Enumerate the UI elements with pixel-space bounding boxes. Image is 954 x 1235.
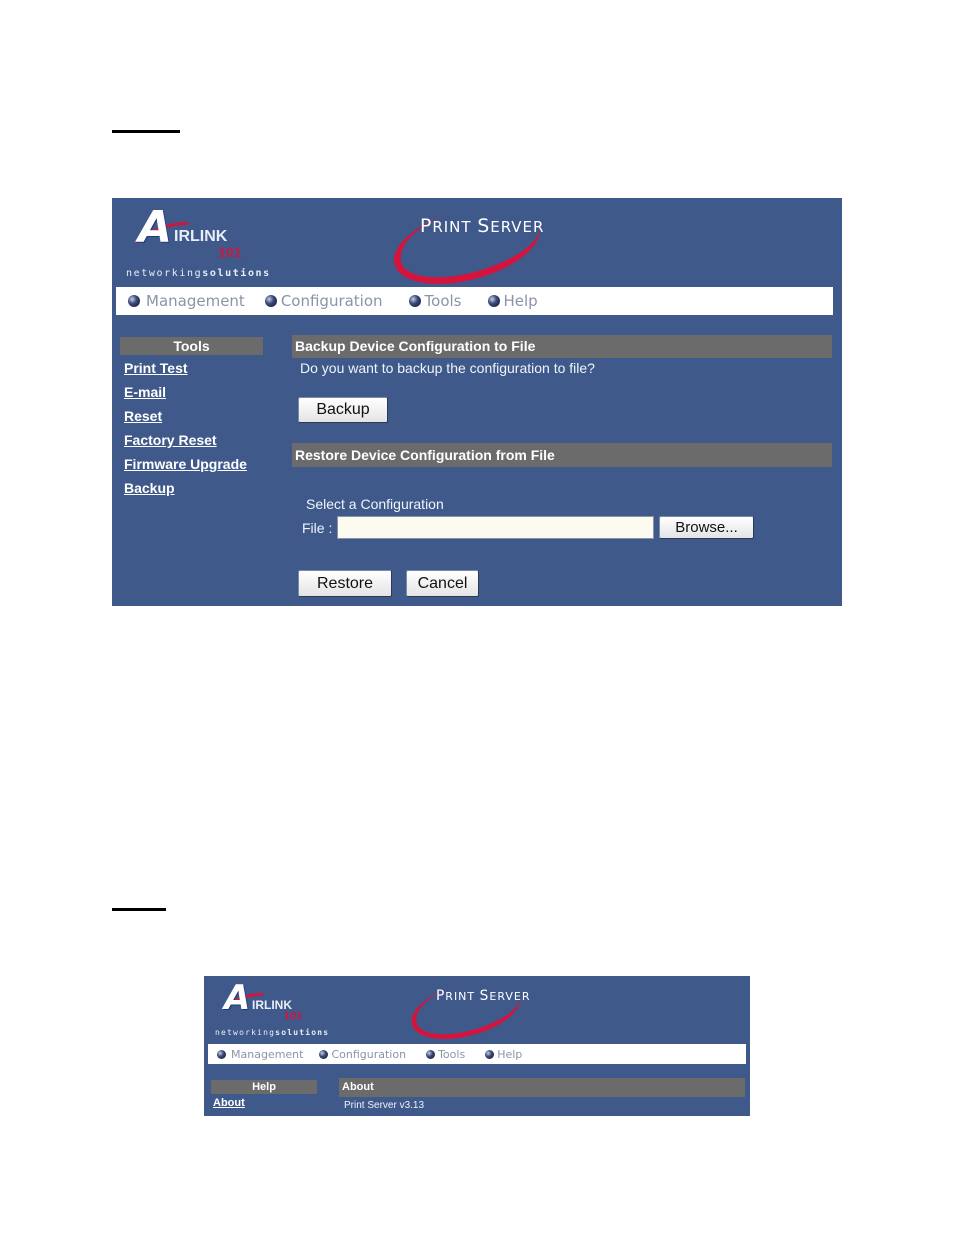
file-path-input[interactable] [337, 516, 654, 539]
logo-tagline: networkingsolutions [215, 1028, 330, 1037]
browse-button[interactable]: Browse... [659, 516, 754, 539]
logo-number: 101 [218, 244, 242, 260]
main-nav: Management Configuration Tools Help [116, 287, 833, 315]
cancel-button[interactable]: Cancel [406, 570, 479, 597]
sidebar-link-print-test[interactable]: Print Test [124, 360, 188, 376]
sidebar-link-about[interactable]: About [213, 1097, 245, 1109]
logo-tagline: networkingsolutions [126, 268, 271, 279]
nav-management[interactable]: Management [217, 1048, 303, 1061]
nav-bullet-icon [408, 295, 421, 307]
backup-prompt: Do you want to backup the configuration … [300, 360, 595, 376]
nav-help[interactable]: Help [487, 292, 538, 310]
logo-letter-a: A [138, 202, 173, 253]
nav-bullet-icon [487, 295, 500, 307]
restore-button[interactable]: Restore [298, 570, 392, 597]
logo-letter-a: A [224, 978, 251, 1018]
about-page-screenshot: A IRLINK 101 networkingsolutions PRINT S… [204, 976, 750, 1116]
file-label: File : [302, 520, 333, 536]
sidebar-link-reset[interactable]: Reset [124, 408, 162, 424]
nav-bullet-icon [426, 1049, 436, 1059]
nav-bullet-icon [128, 295, 140, 307]
sidebar-link-factory-reset[interactable]: Factory Reset [124, 432, 217, 448]
sidebar-link-backup[interactable]: Backup [124, 480, 175, 496]
sidebar-link-email[interactable]: E-mail [124, 384, 166, 400]
sidebar-link-firmware-upgrade[interactable]: Firmware Upgrade [124, 456, 247, 472]
logo-number: 101 [284, 1010, 303, 1022]
backup-page-screenshot: A IRLINK 101 networkingsolutions PRINT S… [112, 198, 842, 606]
restore-section-heading: Restore Device Configuration from File [292, 443, 832, 467]
nav-bullet-icon [319, 1049, 329, 1059]
product-title: PRINT SERVER [436, 988, 531, 1004]
version-text: Print Server v3.13 [344, 1100, 425, 1111]
backup-section-heading: Backup Device Configuration to File [292, 335, 832, 358]
sidebar-heading: Help [211, 1080, 317, 1094]
select-configuration-label: Select a Configuration [306, 496, 444, 512]
section-heading-underline-2 [112, 908, 166, 911]
nav-help[interactable]: Help [485, 1048, 522, 1061]
section-heading-underline-1 [112, 130, 180, 133]
nav-tools[interactable]: Tools [408, 292, 462, 310]
main-nav: Management Configuration Tools Help [208, 1044, 746, 1064]
nav-bullet-icon [217, 1049, 226, 1059]
nav-configuration[interactable]: Configuration [319, 1048, 406, 1061]
nav-tools[interactable]: Tools [426, 1048, 465, 1061]
nav-bullet-icon [485, 1049, 495, 1059]
product-title: PRINT SERVER [420, 216, 545, 237]
about-section-heading: About [339, 1078, 745, 1097]
nav-configuration[interactable]: Configuration [264, 292, 383, 310]
print-server-swoosh-icon [385, 198, 549, 299]
backup-button[interactable]: Backup [298, 397, 388, 423]
sidebar-heading: Tools [120, 337, 263, 355]
nav-management[interactable]: Management [128, 292, 245, 310]
nav-bullet-icon [264, 295, 277, 307]
